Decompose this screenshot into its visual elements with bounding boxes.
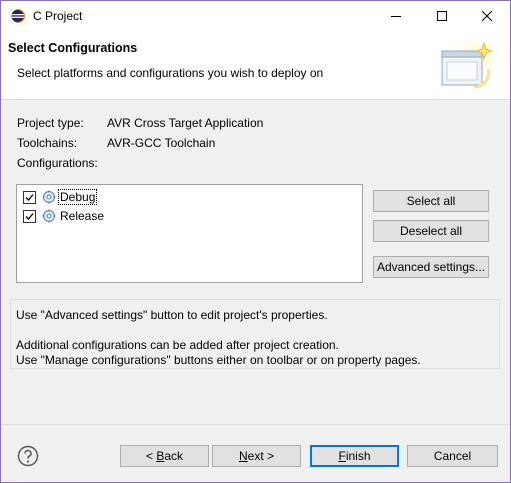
page-title: Select Configurations	[8, 41, 138, 55]
close-button[interactable]	[464, 1, 510, 31]
close-icon	[481, 10, 493, 22]
advanced-settings-button[interactable]: Advanced settings...	[373, 256, 489, 278]
minimize-button[interactable]	[373, 1, 419, 31]
info-message-area: Use "Advanced settings" button to edit p…	[10, 299, 500, 369]
finish-mnemonic: F	[338, 449, 346, 463]
help-icon[interactable]	[17, 445, 39, 467]
footer-separator	[1, 424, 510, 425]
maximize-icon	[437, 11, 447, 21]
back-rest: ack	[164, 449, 184, 463]
configurations-list[interactable]: Debug Release	[16, 184, 363, 283]
configurations-label: Configurations:	[17, 156, 98, 170]
maximize-button[interactable]	[419, 1, 465, 31]
finish-button[interactable]: Finish	[310, 445, 399, 467]
configuration-label: Release	[60, 209, 105, 223]
title-bar[interactable]: C Project	[1, 1, 510, 31]
eclipse-icon	[11, 9, 25, 23]
select-all-button[interactable]: Select all	[373, 190, 489, 212]
project-type-value: AVR Cross Target Application	[107, 116, 264, 130]
release-checkbox[interactable]	[23, 210, 36, 223]
message-additional-configs: Additional configurations can be added a…	[16, 338, 339, 352]
window-title: C Project	[33, 9, 83, 23]
deselect-all-button[interactable]: Deselect all	[373, 220, 489, 242]
checkmark-icon	[25, 213, 34, 220]
configuration-label: Debug	[57, 189, 98, 205]
configuration-icon	[42, 209, 56, 223]
message-advanced-settings: Use "Advanced settings" button to edit p…	[16, 308, 328, 322]
c-project-dialog: C Project Select Configurations Select p…	[0, 0, 511, 483]
cancel-button[interactable]: Cancel	[407, 445, 498, 467]
configuration-icon	[42, 190, 56, 204]
wizard-banner-icon	[438, 39, 494, 95]
checkmark-icon	[25, 194, 34, 201]
message-manage-configs: Use "Manage configurations" buttons eith…	[16, 353, 421, 367]
debug-checkbox[interactable]	[23, 191, 36, 204]
toolchains-label: Toolchains:	[17, 136, 78, 150]
next-button[interactable]: Next >	[212, 445, 301, 467]
toolchains-value: AVR-GCC Toolchain	[107, 136, 216, 150]
page-description: Select platforms and configurations you …	[17, 66, 324, 80]
next-mnemonic: N	[238, 449, 248, 463]
project-type-label: Project type:	[17, 116, 84, 130]
next-rest: ext >	[247, 449, 275, 463]
back-button[interactable]: < Back	[120, 445, 209, 467]
finish-rest: inish	[345, 449, 371, 463]
minimize-icon	[391, 16, 401, 17]
wizard-header: Select Configurations Select platforms a…	[1, 31, 510, 100]
back-prefix: <	[145, 449, 157, 463]
